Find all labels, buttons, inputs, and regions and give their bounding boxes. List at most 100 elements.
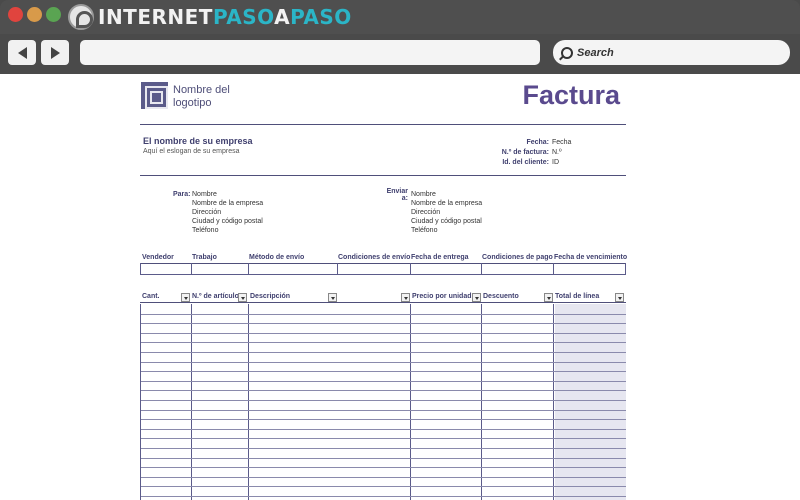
column-separator <box>337 263 338 274</box>
addr-row: Enviar a: Nombre <box>383 188 482 202</box>
meta-label: Id. del cliente: <box>502 158 549 166</box>
brand-text: INTERNETPASOAPASO <box>98 5 352 29</box>
grid-row-line <box>141 323 626 324</box>
search-icon <box>561 46 573 59</box>
grid-row-line <box>141 467 626 468</box>
page-content: Nombre del logotipo Factura El nombre de… <box>0 74 800 500</box>
meta-label: N.º de factura: <box>501 148 549 156</box>
order-header-cell: Fecha de vencimiento <box>554 254 628 261</box>
search-label: Search <box>577 46 614 59</box>
items-header-cell: Precio por unidad <box>412 293 472 300</box>
line-items-grid[interactable] <box>140 304 626 500</box>
filter-dropdown-icon[interactable] <box>401 293 410 302</box>
grid-row-line <box>141 419 626 420</box>
search-box[interactable]: Search <box>553 40 790 65</box>
forward-button[interactable] <box>41 40 69 65</box>
order-input-row[interactable] <box>140 263 626 275</box>
brand-logo-icon <box>68 4 94 30</box>
column-separator <box>248 263 249 274</box>
addr-row: Ciudad y código postal <box>383 217 482 226</box>
meta-value: ID <box>552 158 559 166</box>
filter-dropdown-icon[interactable] <box>181 293 190 302</box>
invoice-title: Factura <box>522 80 620 110</box>
header-divider <box>140 124 626 125</box>
grid-row-line <box>141 362 626 363</box>
filter-dropdown-icon[interactable] <box>472 293 481 302</box>
grid-row-line <box>141 400 626 401</box>
addr-row: Para: Nombre <box>173 190 263 199</box>
grid-row-line <box>141 438 626 439</box>
column-separator <box>481 263 482 274</box>
addr-row: Nombre de la empresa <box>173 199 263 208</box>
addr-row: Ciudad y código postal <box>173 217 263 226</box>
grid-row-line <box>141 390 626 391</box>
brand-text-accent: PASO <box>212 5 275 29</box>
addr-row: Teléfono <box>383 226 482 235</box>
filter-dropdown-icon[interactable] <box>238 293 247 302</box>
filter-dropdown-icon[interactable] <box>544 293 553 302</box>
meta-value: Fecha <box>552 138 572 146</box>
order-header-cell: Vendedor <box>142 254 174 261</box>
filter-dropdown-icon[interactable] <box>328 293 337 302</box>
brand-text-main: INTERNET <box>98 5 213 29</box>
address-bar[interactable] <box>80 40 540 65</box>
addr-line: Nombre de la empresa <box>192 200 264 207</box>
addr-line: Ciudad y código postal <box>192 218 263 225</box>
grid-row-line <box>141 458 626 459</box>
addr-line: Nombre de la empresa <box>411 200 483 207</box>
items-header-cell: Cant. <box>142 293 160 300</box>
browser-toolbar: Search <box>0 34 800 74</box>
window-titlebar: INTERNETPASOAPASO <box>0 0 800 34</box>
bill-to-block: Para: Nombre Nombre de la empresa Direcci… <box>173 190 263 235</box>
invoice-meta: Fecha: Fecha N.º de factura: N.º Id. del… <box>500 137 620 167</box>
grid-row-line <box>141 371 626 372</box>
bill-to-label: Para: <box>173 191 191 198</box>
forward-arrow-icon <box>50 46 60 59</box>
meta-row-customer-id: Id. del cliente: ID <box>500 157 620 167</box>
addr-line: Dirección <box>411 209 441 216</box>
site-brand: INTERNETPASOAPASO <box>68 4 352 30</box>
grid-row-line <box>141 342 626 343</box>
brand-text-end: PASO <box>290 5 352 29</box>
ship-to-block: Enviar a: Nombre Nombre de la empresa Dir… <box>383 188 483 235</box>
order-header-row: Vendedor Trabajo Método de envío Condici… <box>140 254 628 263</box>
grid-row-line <box>141 477 626 478</box>
order-header-cell: Trabajo <box>192 254 217 261</box>
meta-row-date: Fecha: Fecha <box>500 137 620 147</box>
addr-line: Dirección <box>192 209 222 216</box>
addr-row: Dirección <box>383 208 482 217</box>
items-header-row: Cant. N.º de artículo Descripción Precio… <box>140 292 626 303</box>
addr-row: Dirección <box>173 208 263 217</box>
brand-text-outline: A <box>274 5 291 29</box>
order-header-cell: Condiciones de envío <box>338 254 411 261</box>
meta-label: Fecha: <box>526 138 549 146</box>
addr-row: Teléfono <box>173 226 263 235</box>
addr-line: Nombre <box>192 191 217 198</box>
back-arrow-icon <box>17 46 27 59</box>
company-name: El nombre de su empresa <box>143 136 253 146</box>
grid-row-line <box>141 352 626 353</box>
invoice-document: Nombre del logotipo Factura El nombre de… <box>140 74 628 500</box>
addr-line: Nombre <box>411 191 436 198</box>
column-separator <box>553 263 554 274</box>
order-header-cell: Método de envío <box>249 254 305 261</box>
grid-row-line <box>141 381 626 382</box>
company-slogan: Aquí el eslogan de su empresa <box>143 148 240 155</box>
items-header-cell: Total de línea <box>555 293 600 300</box>
minimize-window-button[interactable] <box>27 7 42 22</box>
back-button[interactable] <box>8 40 36 65</box>
filter-dropdown-icon[interactable] <box>615 293 624 302</box>
meta-value: N.º <box>552 148 562 156</box>
addr-line: Teléfono <box>411 227 438 234</box>
maximize-window-button[interactable] <box>46 7 61 22</box>
items-header-cell: N.º de artículo <box>192 293 239 300</box>
grid-row-line <box>141 429 626 430</box>
items-header-cell: Descuento <box>483 293 519 300</box>
grid-row-line <box>141 448 626 449</box>
close-window-button[interactable] <box>8 7 23 22</box>
items-header-cell: Descripción <box>250 293 291 300</box>
grid-row-line <box>141 410 626 411</box>
grid-row-line <box>141 314 626 315</box>
grid-row-line <box>141 486 626 487</box>
logo-text: Nombre del logotipo <box>173 84 230 109</box>
